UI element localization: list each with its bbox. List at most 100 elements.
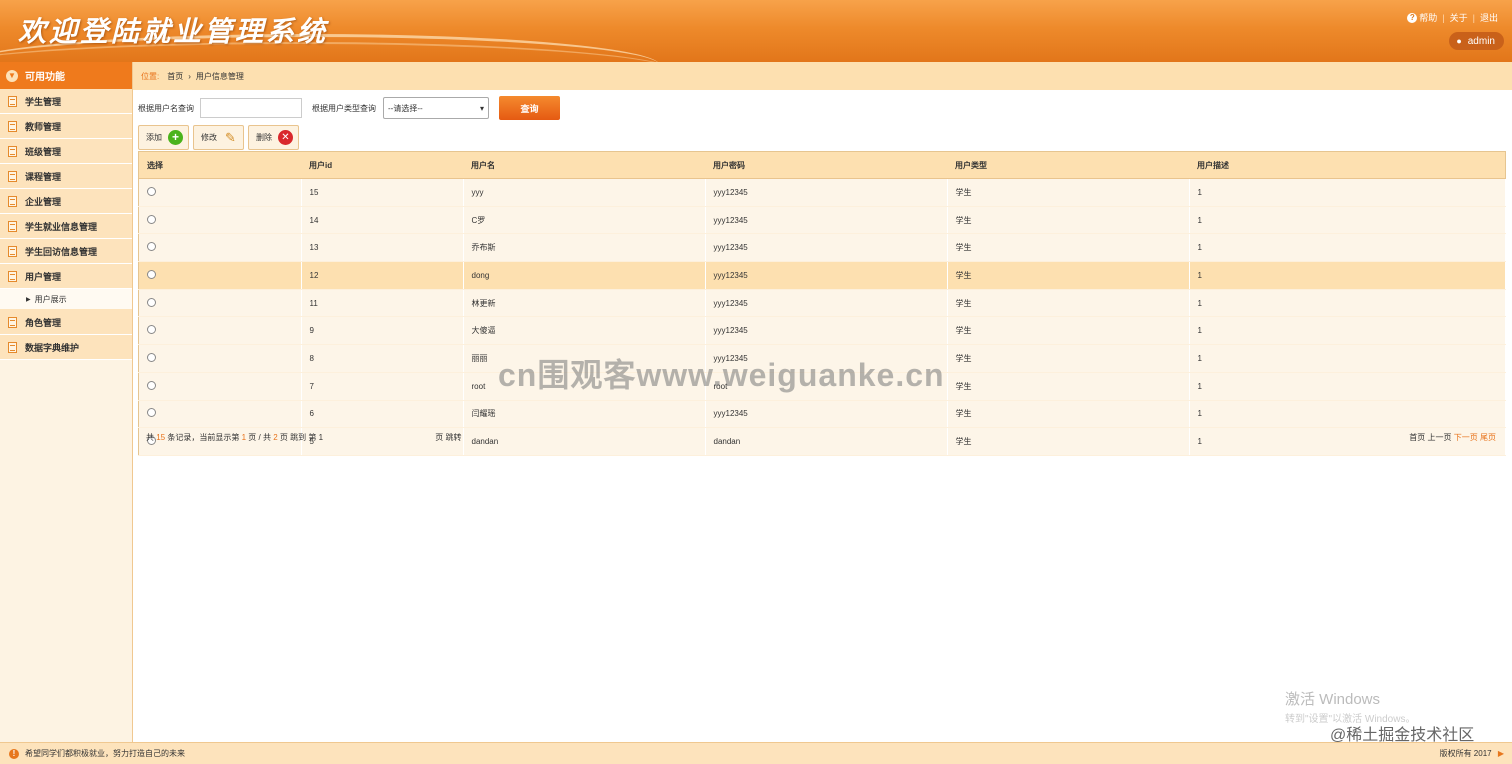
sidebar-item-teachers[interactable]: 教师管理 xyxy=(0,114,132,139)
user-icon: ● xyxy=(1456,36,1462,46)
row-select-radio[interactable] xyxy=(147,242,156,252)
prev-page-link[interactable]: 上一页 xyxy=(1428,433,1452,442)
pagination-nav: 首页 上一页 下一页 尾页 xyxy=(1409,432,1496,443)
row-select-radio[interactable] xyxy=(147,352,156,362)
user-table: 选择 用户id 用户名 用户密码 用户类型 用户描述 15 yyy yyy12345… xyxy=(138,151,1506,456)
table-cell: 学生 xyxy=(947,400,1190,429)
column-header: 选择 xyxy=(138,151,301,179)
usertype-search-label: 根据用户类型查询 xyxy=(312,103,376,113)
page-word: 页 xyxy=(279,433,288,442)
sidebar-item-roles[interactable]: 角色管理 xyxy=(0,310,132,335)
document-icon xyxy=(8,120,17,132)
sidebar-item-label: 班级管理 xyxy=(25,146,62,157)
delete-button[interactable]: 删除 ✕ xyxy=(248,125,299,150)
sidebar-item-courses[interactable]: 课程管理 xyxy=(0,164,132,189)
first-page-link[interactable]: 首页 xyxy=(1409,433,1425,442)
row-select-radio[interactable] xyxy=(147,380,156,390)
last-page-link[interactable]: 尾页 xyxy=(1480,433,1496,442)
table-row[interactable]: 6 闫耀瑶 yyy12345 学生 1 xyxy=(138,400,1506,429)
add-label: 添加 xyxy=(146,133,162,142)
table-row[interactable]: 13 乔布斯 yyy12345 学生 1 xyxy=(138,233,1506,263)
help-link[interactable]: 帮助 xyxy=(1419,11,1437,24)
sidebar-item-users[interactable]: 用户管理 xyxy=(0,264,132,289)
edit-button[interactable]: 修改 ✎ xyxy=(193,125,244,150)
jump-label[interactable]: 跳到 第 1 xyxy=(290,433,323,442)
column-header: 用户名 xyxy=(463,151,705,179)
table-cell: 学生 xyxy=(947,206,1190,235)
total-pages: 2 xyxy=(273,433,278,442)
document-icon xyxy=(8,245,17,257)
table-row[interactable]: 14 C罗 yyy12345 学生 1 xyxy=(138,206,1506,235)
caret-right-icon: ▶ xyxy=(26,296,31,303)
table-cell: 学生 xyxy=(947,261,1190,290)
table-cell: 闫耀瑶 xyxy=(463,400,706,429)
row-select-radio[interactable] xyxy=(147,214,156,224)
toolbar: 添加 + 修改 ✎ 删除 ✕ xyxy=(138,125,303,150)
row-select-radio[interactable] xyxy=(147,408,156,418)
document-icon xyxy=(8,341,17,353)
usertype-select[interactable]: --请选择-- ▾ xyxy=(383,97,489,119)
info-icon: ! xyxy=(9,748,19,759)
query-button[interactable]: 查询 xyxy=(499,96,560,120)
row-select-radio[interactable] xyxy=(147,297,156,307)
breadcrumb-home[interactable]: 首页 xyxy=(167,71,183,82)
table-row[interactable]: 12 dong yyy12345 学生 1 xyxy=(138,261,1506,290)
select-cell xyxy=(138,316,302,346)
add-button[interactable]: 添加 + xyxy=(138,125,189,150)
app-header: 欢迎登陆就业管理系统 ? 帮助 | 关于 | 退出 ● admin xyxy=(0,0,1512,62)
logout-link[interactable]: 退出 xyxy=(1480,11,1498,24)
select-cell xyxy=(138,233,302,263)
table-cell: 7 xyxy=(301,372,464,401)
column-header: 用户密码 xyxy=(705,151,947,179)
footer-message: 希望同学们都积极就业，努力打造自己的未来 xyxy=(25,749,185,758)
caret-right-icon: ▶ xyxy=(1497,749,1504,758)
windows-activation-title: 激活 Windows xyxy=(1285,691,1381,708)
page-of-label: 页 / 共 xyxy=(248,433,271,442)
document-icon xyxy=(8,145,17,157)
sidebar-item-dictionary[interactable]: 数据字典维护 xyxy=(0,335,132,360)
about-link[interactable]: 关于 xyxy=(1450,11,1468,24)
username-search-input[interactable] xyxy=(200,98,302,118)
sidebar-item-companies[interactable]: 企业管理 xyxy=(0,189,132,214)
table-cell: 6 xyxy=(301,400,464,429)
jump-button[interactable]: 跳转 xyxy=(446,433,462,442)
breadcrumb: 位置: 首页 › 用户信息管理 xyxy=(133,62,1512,90)
document-icon xyxy=(8,195,17,207)
table-cell: 1 xyxy=(1189,261,1506,290)
jump-suffix: 页 xyxy=(435,433,444,442)
sidebar-item-label: 学生回访信息管理 xyxy=(25,246,98,257)
sidebar-item-classes[interactable]: 班级管理 xyxy=(0,139,132,164)
table-cell: dong xyxy=(463,261,706,290)
table-cell: 11 xyxy=(301,289,464,318)
sidebar-item-students[interactable]: 学生管理 xyxy=(0,89,132,114)
table-row[interactable]: 11 林更新 yyy12345 学生 1 xyxy=(138,289,1506,318)
separator: | xyxy=(1472,12,1475,23)
chevron-right-icon: › xyxy=(188,71,191,81)
sidebar: ▼ 可用功能 学生管理 教师管理 班级管理 课程管理 企业管理 学生就业信息管理… xyxy=(0,62,133,742)
user-menu[interactable]: ● admin xyxy=(1449,32,1504,50)
select-cell xyxy=(138,372,302,401)
sidebar-item-employment[interactable]: 学生就业信息管理 xyxy=(0,214,132,239)
table-row[interactable]: 9 大傻逼 yyy12345 学生 1 xyxy=(138,316,1506,346)
sidebar-item-label: 用户管理 xyxy=(25,271,62,282)
row-select-radio[interactable] xyxy=(147,325,156,335)
table-cell: 学生 xyxy=(947,372,1190,401)
edit-label: 修改 xyxy=(201,133,217,142)
chevron-down-icon: ▼ xyxy=(6,69,18,82)
select-cell xyxy=(138,178,302,207)
sidebar-item-followup[interactable]: 学生回访信息管理 xyxy=(0,239,132,264)
document-icon xyxy=(8,220,17,232)
sidebar-subitem-user-list[interactable]: ▶ 用户展示 xyxy=(0,289,132,310)
table-cell: 1 xyxy=(1189,372,1506,401)
row-select-radio[interactable] xyxy=(147,269,156,279)
table-cell: 乔布斯 xyxy=(463,233,706,263)
row-select-radio[interactable] xyxy=(147,186,156,196)
next-page-link[interactable]: 下一页 xyxy=(1454,433,1478,442)
table-cell: 学生 xyxy=(947,289,1190,318)
table-cell: 大傻逼 xyxy=(463,316,706,346)
table-row[interactable]: 15 yyy yyy12345 学生 1 xyxy=(138,178,1506,207)
plus-icon: + xyxy=(168,130,183,145)
sidebar-title: ▼ 可用功能 xyxy=(0,62,132,89)
table-cell: dandan xyxy=(463,427,706,456)
sidebar-item-label: 教师管理 xyxy=(25,121,62,132)
